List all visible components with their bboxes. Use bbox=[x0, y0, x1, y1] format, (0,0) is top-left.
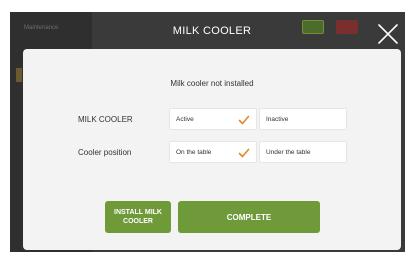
option-active[interactable]: Active bbox=[169, 108, 257, 130]
option-label: Active bbox=[176, 116, 194, 123]
checkmark-icon bbox=[238, 115, 250, 125]
checkmark-icon bbox=[238, 148, 250, 158]
close-button[interactable] bbox=[376, 22, 400, 46]
option-inactive[interactable]: Inactive bbox=[259, 108, 347, 130]
option-label: Under the table bbox=[266, 149, 311, 156]
option-label: Inactive bbox=[266, 116, 289, 123]
install-milk-cooler-button[interactable]: INSTALL MILK COOLER bbox=[105, 201, 171, 233]
option-on-the-table[interactable]: On the table bbox=[169, 141, 257, 163]
status-message: Milk cooler not installed bbox=[170, 79, 254, 88]
background-side-marker bbox=[16, 68, 22, 82]
close-icon bbox=[378, 24, 398, 44]
page-title: MILK COOLER bbox=[172, 25, 252, 37]
complete-button[interactable]: COMPLETE bbox=[178, 201, 320, 233]
cooler-position-label: Cooler position bbox=[78, 148, 132, 157]
option-under-the-table[interactable]: Under the table bbox=[259, 141, 347, 163]
option-label: On the table bbox=[176, 149, 212, 156]
milk-cooler-dialog: Milk cooler not installed MILK COOLER Ac… bbox=[23, 49, 401, 250]
milk-cooler-label: MILK COOLER bbox=[78, 115, 133, 124]
